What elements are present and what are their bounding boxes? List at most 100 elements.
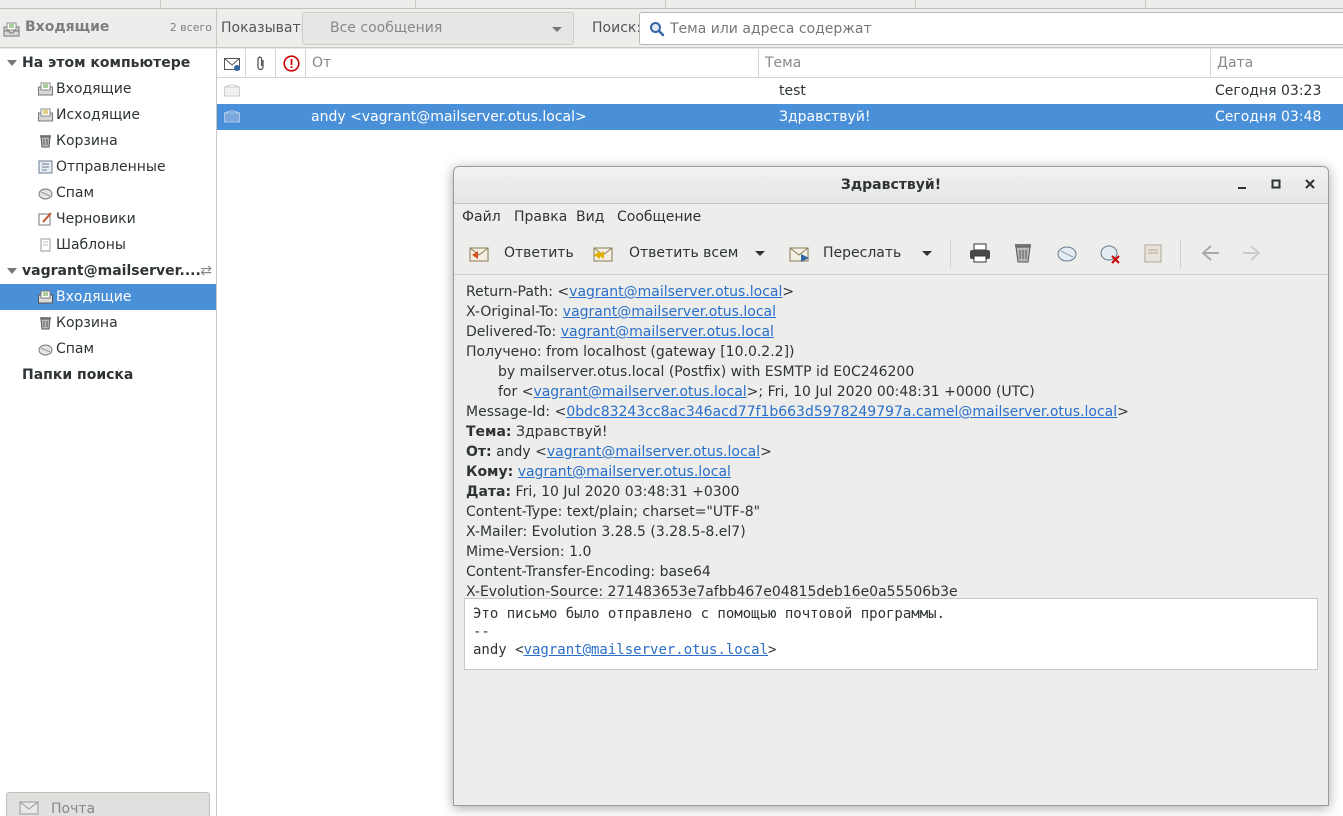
archive-button[interactable] (1142, 232, 1164, 275)
column-date[interactable]: Дата (1211, 49, 1343, 78)
menu-view[interactable]: Вид (576, 209, 604, 225)
reply-all-button[interactable]: Ответить всем (592, 232, 742, 275)
chevron-down-icon[interactable] (922, 251, 932, 256)
menu-edit[interactable]: Правка (514, 209, 567, 225)
forward-button[interactable]: Переслать (788, 232, 918, 275)
sidebar-item-local-sent[interactable]: Отправленные (0, 154, 216, 180)
filter-bar: Показывать: Все сообщения Поиск: (217, 9, 1343, 48)
drafts-icon (38, 212, 52, 226)
column-attachment[interactable] (246, 49, 276, 78)
reply-all-label: Ответить всем (629, 245, 739, 261)
show-filter-value: Все сообщения (330, 20, 443, 36)
table-row[interactable]: test Сегодня 03:23 (217, 78, 1343, 104)
account-remote[interactable]: vagrant@mailserver.... ⇄ (0, 258, 216, 284)
column-flag[interactable] (276, 49, 306, 78)
toolbar-divider (1180, 240, 1181, 268)
window-titlebar[interactable]: Здравствуй! (454, 167, 1328, 204)
sidebar-item-local-inbox[interactable]: Входящие (0, 76, 216, 102)
sidebar-item-label: Входящие (56, 81, 132, 97)
outbox-icon (38, 108, 53, 122)
email-link[interactable]: vagrant@mailserver.otus.local (569, 284, 782, 300)
chevron-down-icon (552, 27, 562, 32)
reply-icon (469, 247, 489, 262)
email-link[interactable]: vagrant@mailserver.otus.local (533, 384, 746, 400)
message-toolbar: Ответить Ответить всем Переслать (454, 232, 1328, 275)
previous-message-button[interactable] (1198, 232, 1222, 275)
window-title: Здравствуй! (840, 177, 942, 193)
message-id-link[interactable]: 0bdc83243cc8ac346acd77f1b663d5978249797a… (566, 404, 1117, 420)
trash-icon (1015, 244, 1031, 263)
email-link[interactable]: vagrant@mailserver.otus.local (524, 642, 768, 658)
expander-icon[interactable] (7, 268, 17, 274)
top-strip (0, 0, 1343, 9)
search-box[interactable] (639, 12, 1343, 45)
delete-button[interactable] (1012, 232, 1034, 275)
next-message-button[interactable] (1240, 232, 1264, 275)
message-date: Сегодня 03:23 (1215, 83, 1322, 99)
header-content-type: Content-Type: text/plain; charset="UTF-8… (466, 504, 761, 520)
print-button[interactable] (968, 232, 992, 275)
templates-icon (40, 238, 51, 252)
sidebar-item-label: Отправленные (56, 159, 166, 175)
table-row[interactable]: andy <vagrant@mailserver.otus.local> Здр… (217, 104, 1343, 130)
expander-icon[interactable] (7, 60, 17, 66)
email-link[interactable]: vagrant@mailserver.otus.local (547, 444, 760, 460)
show-filter-select[interactable]: Все сообщения (302, 12, 574, 45)
forward-icon (789, 247, 809, 262)
email-link[interactable]: vagrant@mailserver.otus.local (518, 464, 731, 480)
envelope-open-icon (224, 84, 240, 97)
show-label: Показывать: (221, 20, 314, 36)
chevron-down-icon[interactable] (755, 251, 765, 256)
column-subject[interactable]: Тема (759, 49, 1211, 78)
divider (665, 0, 666, 8)
sidebar-item-local-outbox[interactable]: Исходящие (0, 102, 216, 128)
column-read-status[interactable] (217, 49, 246, 78)
reply-button[interactable]: Ответить (468, 232, 578, 275)
envelope-open-icon (224, 110, 240, 123)
minimize-icon (1238, 187, 1246, 189)
menu-bar: Файл Правка Вид Сообщение (454, 204, 1328, 232)
sidebar-item-local-spam[interactable]: Спам (0, 180, 216, 206)
divider (415, 0, 416, 8)
body-line: -- (473, 624, 490, 640)
sidebar-item-label: Входящие (56, 289, 132, 305)
inbox-icon (38, 290, 53, 304)
trash-icon (40, 135, 51, 148)
sidebar-item-local-drafts[interactable]: Черновики (0, 206, 216, 232)
sidebar-item-search-folders[interactable]: Папки поиска (0, 362, 216, 388)
search-folders-label: Папки поиска (22, 367, 134, 383)
message-window: Здравствуй! Файл Правка Вид Сообщение От… (453, 166, 1329, 806)
minimize-button[interactable] (1232, 175, 1252, 195)
envelope-icon (224, 58, 240, 71)
trash-icon (40, 317, 51, 330)
search-icon[interactable] (649, 21, 665, 41)
email-link[interactable]: vagrant@mailserver.otus.local (561, 324, 774, 340)
search-input[interactable] (670, 19, 1330, 39)
header-original-to: X-Original-To: vagrant@mailserver.otus.l… (466, 304, 777, 320)
close-button[interactable] (1300, 175, 1320, 195)
sidebar-item-local-trash[interactable]: Корзина (0, 128, 216, 154)
header-date: Дата: Fri, 10 Jul 2020 03:48:31 +0300 (466, 484, 740, 500)
mail-icon (19, 801, 39, 816)
mail-switcher-button[interactable]: Почта (6, 792, 210, 816)
folder-sidebar: На этом компьютере Входящие Исходящие Ко… (0, 49, 217, 816)
column-from[interactable]: От (306, 49, 759, 78)
sidebar-item-local-templates[interactable]: Шаблоны (0, 232, 216, 258)
mail-switcher-label: Почта (51, 801, 96, 816)
sidebar-item-remote-inbox[interactable]: Входящие (0, 284, 216, 310)
account-local[interactable]: На этом компьютере (0, 50, 216, 76)
account-label: vagrant@mailserver.... (22, 263, 201, 279)
junk-button[interactable] (1056, 232, 1078, 275)
header-mime-version: Mime-Version: 1.0 (466, 544, 592, 560)
menu-message[interactable]: Сообщение (617, 209, 701, 225)
not-junk-button[interactable] (1099, 232, 1121, 275)
sync-icon[interactable]: ⇄ (200, 258, 212, 284)
maximize-button[interactable] (1266, 175, 1286, 195)
spam-icon (38, 188, 53, 200)
email-link[interactable]: vagrant@mailserver.otus.local (563, 304, 776, 320)
sidebar-item-remote-spam[interactable]: Спам (0, 336, 216, 362)
menu-file[interactable]: Файл (462, 209, 501, 225)
header-x-mailer: X-Mailer: Evolution 3.28.5 (3.28.5-8.el7… (466, 524, 746, 540)
sidebar-item-remote-trash[interactable]: Корзина (0, 310, 216, 336)
message-body: Это письмо было отправлено с помощью поч… (464, 598, 1318, 670)
